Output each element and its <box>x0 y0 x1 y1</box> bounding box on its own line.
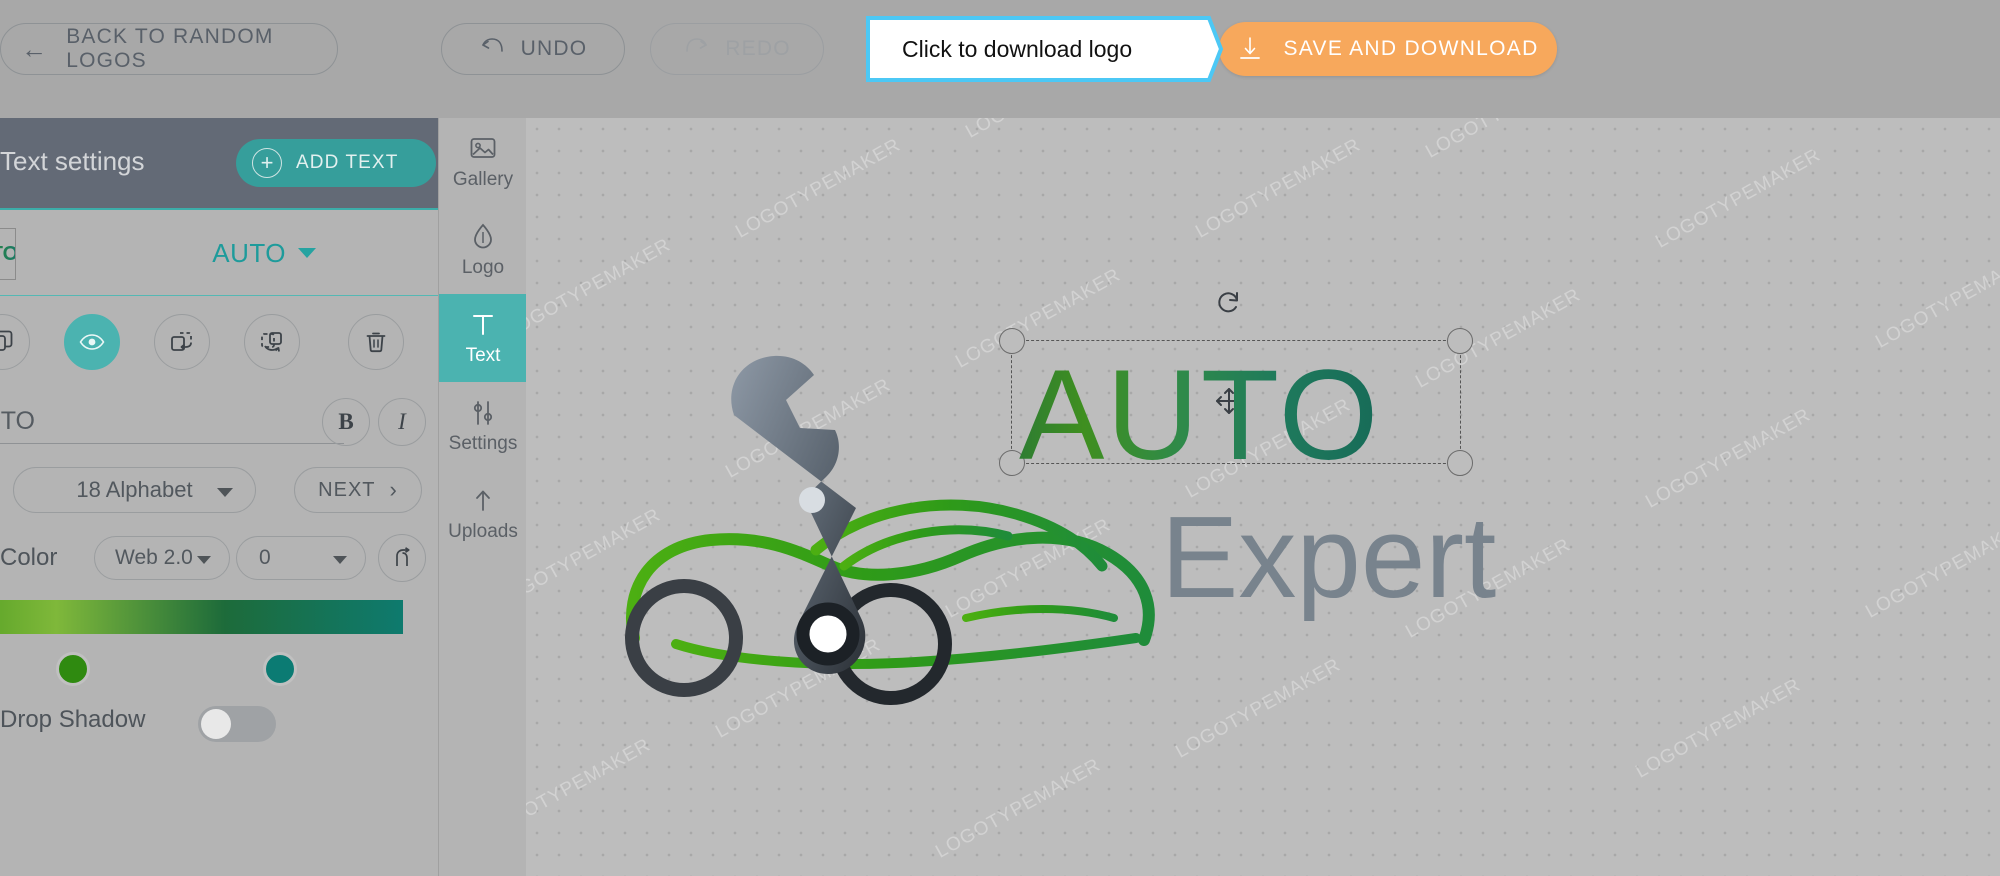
tooltip-pointer-icon <box>1187 16 1223 82</box>
delete-button[interactable] <box>348 314 404 370</box>
rotate-icon[interactable] <box>1214 288 1244 318</box>
italic-button[interactable]: I <box>378 398 426 446</box>
download-icon <box>1240 37 1261 59</box>
bold-button[interactable]: B <box>322 398 370 446</box>
layer-tools-row <box>0 296 438 388</box>
toggle-knob <box>201 709 231 739</box>
color-row: Color Web 2.0 0 <box>0 528 438 592</box>
download-tooltip: Click to download logo <box>866 16 1223 82</box>
sliders-icon <box>469 397 497 429</box>
text-value-row: B I <box>0 388 438 462</box>
font-row: 18 Alphabet NEXT › <box>0 462 438 528</box>
font-select[interactable]: 18 Alphabet <box>13 467 256 513</box>
add-text-label: ADD TEXT <box>296 152 399 173</box>
duplicate-icon <box>0 330 13 351</box>
top-toolbar: ← BACK TO RANDOM LOGOS UNDO REDO Click t… <box>0 0 2000 118</box>
undo-arrow-icon <box>481 38 503 52</box>
rail-item-text[interactable]: Text <box>439 294 527 382</box>
save-button-label: SAVE AND DOWNLOAD <box>1283 37 1539 60</box>
chevron-down-icon[interactable] <box>298 248 316 258</box>
chevron-down-icon <box>217 488 233 497</box>
chevron-down-icon <box>333 556 347 564</box>
logo-text-secondary[interactable]: Expert <box>1161 490 1496 624</box>
palette-index-select[interactable]: 0 <box>236 536 366 580</box>
gallery-icon <box>468 133 498 165</box>
arrow-left-icon: ← <box>21 34 49 64</box>
flip-vertical-button[interactable] <box>244 314 300 370</box>
download-tooltip-text: Click to download logo <box>902 35 1133 62</box>
chevron-down-icon <box>197 556 211 564</box>
resize-handle-tr[interactable] <box>1447 328 1473 354</box>
layer-thumbnail: AUTO <box>0 228 18 280</box>
plus-circle-icon: + <box>252 148 282 178</box>
tool-rail: Gallery Logo Text Settings Uploads <box>438 118 527 876</box>
add-text-button[interactable]: + ADD TEXT <box>236 139 436 187</box>
next-font-button[interactable]: NEXT › <box>294 467 422 513</box>
rail-label-uploads: Uploads <box>448 521 518 542</box>
text-input[interactable] <box>0 400 344 444</box>
rail-label-gallery: Gallery <box>452 169 514 190</box>
gradient-stop-2[interactable] <box>56 652 90 686</box>
color-label: Color <box>0 544 58 571</box>
drop-shadow-label: Drop Shadow <box>0 706 146 733</box>
duplicate-button[interactable] <box>0 314 30 370</box>
next-button-label: NEXT <box>318 478 376 501</box>
redo-arrow-icon <box>686 38 708 52</box>
logo-text-primary[interactable]: AUTO <box>1019 342 1380 489</box>
undo-button-label: UNDO <box>520 37 588 60</box>
rail-label-logo: Logo <box>461 257 505 278</box>
logo-drop-icon <box>470 221 496 253</box>
eye-icon <box>79 334 105 350</box>
rail-item-settings[interactable]: Settings <box>439 382 527 470</box>
font-select-value: 18 Alphabet <box>76 477 193 502</box>
rail-item-uploads[interactable]: Uploads <box>439 470 527 558</box>
text-t-icon <box>470 309 496 341</box>
gradient-editor <box>0 592 438 688</box>
upload-icon <box>470 485 496 517</box>
logo-editor-app: ← BACK TO RANDOM LOGOS UNDO REDO Click t… <box>0 0 2000 876</box>
rail-label-text: Text <box>465 345 501 366</box>
palette-index-value: 0 <box>259 546 271 569</box>
layer-name: AUTO <box>212 238 286 268</box>
swap-colors-button[interactable] <box>378 534 426 582</box>
flip-horizontal-icon <box>171 332 192 351</box>
swap-colors-icon <box>396 547 410 566</box>
visibility-button[interactable] <box>64 314 120 370</box>
back-button-label: BACK TO RANDOM LOGOS <box>66 25 274 72</box>
layer-row[interactable]: AUTO AUTO <box>0 210 438 296</box>
palette-select-value: Web 2.0 <box>115 546 193 569</box>
logo-canvas[interactable]: LOGOTYPEMAKER LOGOTYPEMAKER LOGOTYPEMAKE… <box>526 118 2000 876</box>
panel-title: Text settings <box>0 146 145 176</box>
redo-button-label: REDO <box>725 37 791 60</box>
gradient-bar[interactable] <box>0 600 403 634</box>
undo-button[interactable]: UNDO <box>441 23 625 75</box>
flip-vertical-icon <box>261 332 282 352</box>
back-to-random-logos-button[interactable]: ← BACK TO RANDOM LOGOS <box>0 23 338 75</box>
chevron-right-icon: › <box>389 477 398 502</box>
panel-header: Text settings + ADD TEXT <box>0 118 438 210</box>
rail-item-gallery[interactable]: Gallery <box>439 118 527 206</box>
drop-shadow-toggle[interactable] <box>198 706 276 742</box>
redo-button[interactable]: REDO <box>650 23 824 75</box>
rail-item-logo[interactable]: Logo <box>439 206 527 294</box>
resize-handle-br[interactable] <box>1447 450 1473 476</box>
flip-horizontal-button[interactable] <box>154 314 210 370</box>
rail-label-settings: Settings <box>448 433 518 454</box>
save-and-download-button[interactable]: SAVE AND DOWNLOAD <box>1219 22 1557 76</box>
gradient-stop-3[interactable] <box>263 652 297 686</box>
text-settings-panel: Text settings + ADD TEXT AUTO AUTO <box>0 118 438 876</box>
palette-select[interactable]: Web 2.0 <box>94 536 230 580</box>
drop-shadow-row: Drop Shadow <box>0 688 438 758</box>
trash-icon <box>366 332 386 353</box>
